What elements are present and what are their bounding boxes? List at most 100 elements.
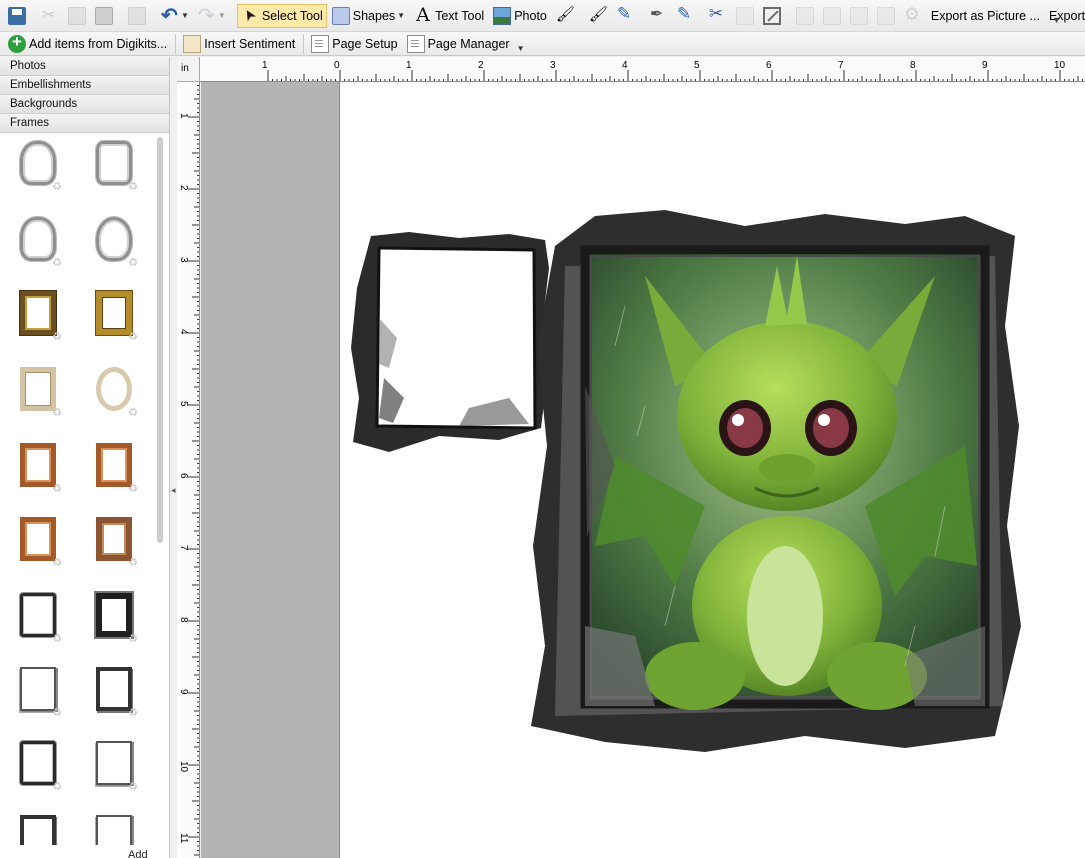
frame-thumbnail[interactable]: ♻ [6,659,66,721]
frame-thumbnail[interactable]: ♻ [82,359,142,421]
toolbar-separator [175,33,177,54]
export-pdf-button[interactable]: Export as PDF... [1045,4,1085,28]
panel-scrollbar[interactable] [157,137,163,543]
pin-button[interactable] [873,4,899,28]
empty-grunge-frame[interactable] [349,228,551,454]
frame-thumbnail[interactable]: ♻ [82,585,142,647]
ruler-label: 0 [334,60,340,71]
dragon-photo-frame[interactable] [525,206,1022,754]
recycle-icon: ♻ [52,633,62,645]
frame-thumbnail[interactable]: ♻ [6,359,66,421]
page-manager-icon [406,34,425,53]
brush-button[interactable] [585,4,611,28]
recycle-icon: ♻ [52,781,62,793]
ruler-label: 3 [550,60,556,71]
paste-button[interactable] [91,4,117,28]
recycle-icon: ♻ [52,407,62,419]
frame-icon [795,6,814,25]
frame-thumbnail[interactable] [6,807,66,845]
secondary-toolbar: Add items from Digikits... Insert Sentim… [0,32,1085,56]
frame-thumbnail[interactable]: ♻ [82,509,142,571]
recycle-icon: ♻ [128,633,138,645]
undo-button[interactable]: ▼ [157,3,193,28]
frame-button[interactable] [792,4,818,28]
crop-button[interactable] [759,4,785,28]
frame-thumbnail[interactable]: ♻ [6,509,66,571]
pin-icon [876,6,895,25]
recycle-icon: ♻ [52,557,62,569]
page-canvas[interactable] [201,82,1085,858]
redo-button[interactable]: ▼ [194,3,230,28]
frame-thumbnail[interactable]: ♻ [82,133,142,195]
frame-thumbnail[interactable]: ♻ [6,209,66,271]
paste-icon [95,6,113,25]
edit-button[interactable] [819,4,845,28]
frame-thumbnail[interactable]: ♻ [82,435,142,497]
insert-sentiment-button[interactable]: Insert Sentiment [179,34,299,54]
page-manager-button[interactable]: Page Manager [403,34,514,54]
frame-thumbnail[interactable]: ♻ [6,733,66,795]
toolbar-overflow-icon[interactable]: ▼ [1052,15,1061,25]
content-panel: Photos Embellishments Backgrounds Frames… [0,57,170,858]
copy-button[interactable] [64,4,90,28]
page-manager-label: Page Manager [427,36,510,51]
ruler-label: 1 [406,60,412,71]
ruler-label: 7 [838,60,844,71]
eraser-icon [735,6,754,25]
shapes-button[interactable]: Shapes ▼ [328,4,409,28]
page-setup-label: Page Setup [332,36,398,51]
main-toolbar: ▼ ▼ Select Tool Shapes▼ Text Tool Photo … [0,0,1085,32]
frame-thumbnail[interactable]: ♻ [82,733,142,795]
add-items-button[interactable]: Add items from Digikits... [4,32,171,54]
photo-button[interactable]: Photo [489,4,551,28]
panel-splitter[interactable]: ◂ [171,470,176,510]
chevron-down-icon[interactable]: ▼ [181,11,189,20]
pencil-button[interactable] [672,4,698,28]
export-picture-button[interactable]: Export as Picture ... [927,4,1044,28]
cut-button[interactable] [37,4,63,28]
frame-thumbnail[interactable]: ♻ [6,283,66,345]
scissors-button[interactable] [705,4,731,28]
frames-thumbnail-grid: ♻ ♻ ♻ ♻ ♻ ♻ ♻ ♻ ♻ ♻ ♻ ♻ ♻ ♻ ♻ ♻ ♻ ♻ [0,133,155,845]
ruler-label: 2 [478,60,484,71]
pen-button[interactable] [645,4,671,28]
export-picture-label: Export as Picture ... [930,8,1040,23]
select-tool-button[interactable]: Select Tool [236,3,327,28]
recycle-icon: ♻ [52,707,62,719]
effects-button[interactable] [900,4,926,28]
frame-thumbnail[interactable]: ♻ [6,435,66,497]
recycle-icon: ♻ [52,483,62,495]
text-tool-button[interactable]: Text Tool [410,4,488,28]
pen-icon [649,4,667,25]
frame-thumbnail[interactable]: ♻ [6,133,66,195]
ruler-label: 9 [982,60,988,71]
page-setup-button[interactable]: Page Setup [307,34,401,54]
add-label[interactable]: Add [128,849,148,858]
frame-thumbnail[interactable] [82,807,142,845]
frame-thumbnail[interactable]: ♻ [82,209,142,271]
highlighter-button[interactable] [612,4,638,28]
photo-label: Photo [514,8,547,23]
toolbar-overflow-icon[interactable]: ▼ [517,44,525,53]
category-photos[interactable]: Photos [0,57,169,76]
scissors-icon [709,4,727,25]
frame-thumbnail[interactable]: ♻ [82,283,142,345]
category-embellishments[interactable]: Embellishments [0,76,169,95]
ruler-unit[interactable]: in [177,57,200,82]
frame-thumbnail[interactable]: ♻ [6,585,66,647]
chevron-down-icon[interactable]: ▼ [218,11,226,20]
category-backgrounds[interactable]: Backgrounds [0,95,169,114]
magic-wand-button[interactable] [552,4,578,28]
undo-icon [161,3,179,28]
ruler-label: 10 [178,761,189,773]
ruler-label: 10 [1054,60,1066,71]
fill-button[interactable] [846,4,872,28]
frame-thumbnail[interactable]: ♻ [82,659,142,721]
format-painter-button[interactable] [124,4,150,28]
edit-icon [822,6,841,25]
eraser-button[interactable] [732,4,758,28]
add-items-label: Add items from Digikits... [29,36,168,51]
category-frames[interactable]: Frames [0,114,169,133]
crop-icon [762,6,781,25]
save-button[interactable] [4,4,30,28]
